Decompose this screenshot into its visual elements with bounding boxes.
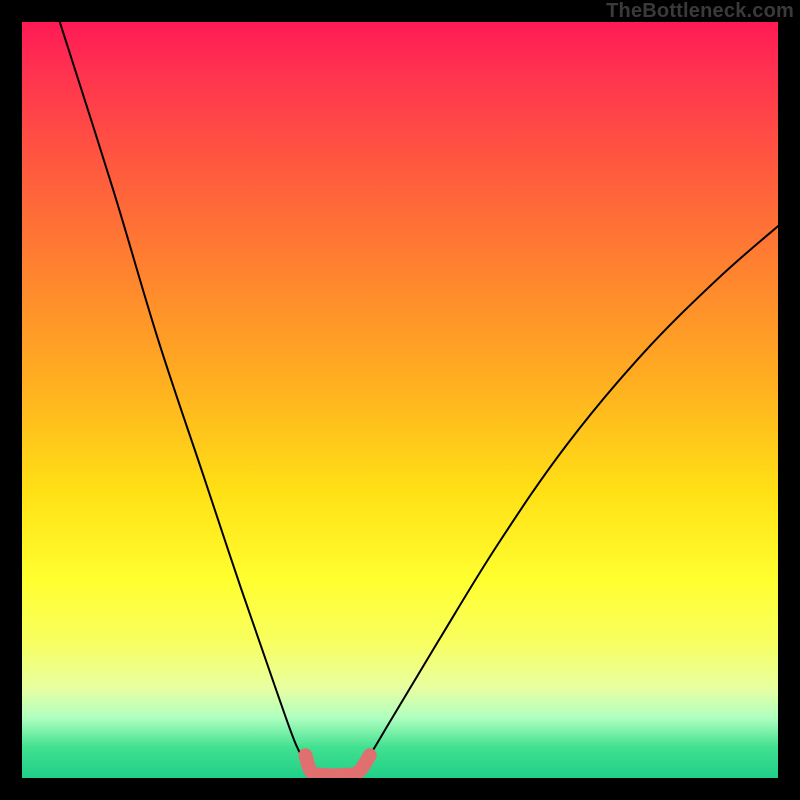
plot-area [22,22,778,778]
chart-frame: TheBottleneck.com [0,0,800,800]
bottom-highlight-curve [306,755,370,775]
watermark-text: TheBottleneck.com [606,0,794,23]
right-branch-curve [358,226,778,770]
left-branch-curve [60,22,312,774]
curves-svg [22,22,778,778]
